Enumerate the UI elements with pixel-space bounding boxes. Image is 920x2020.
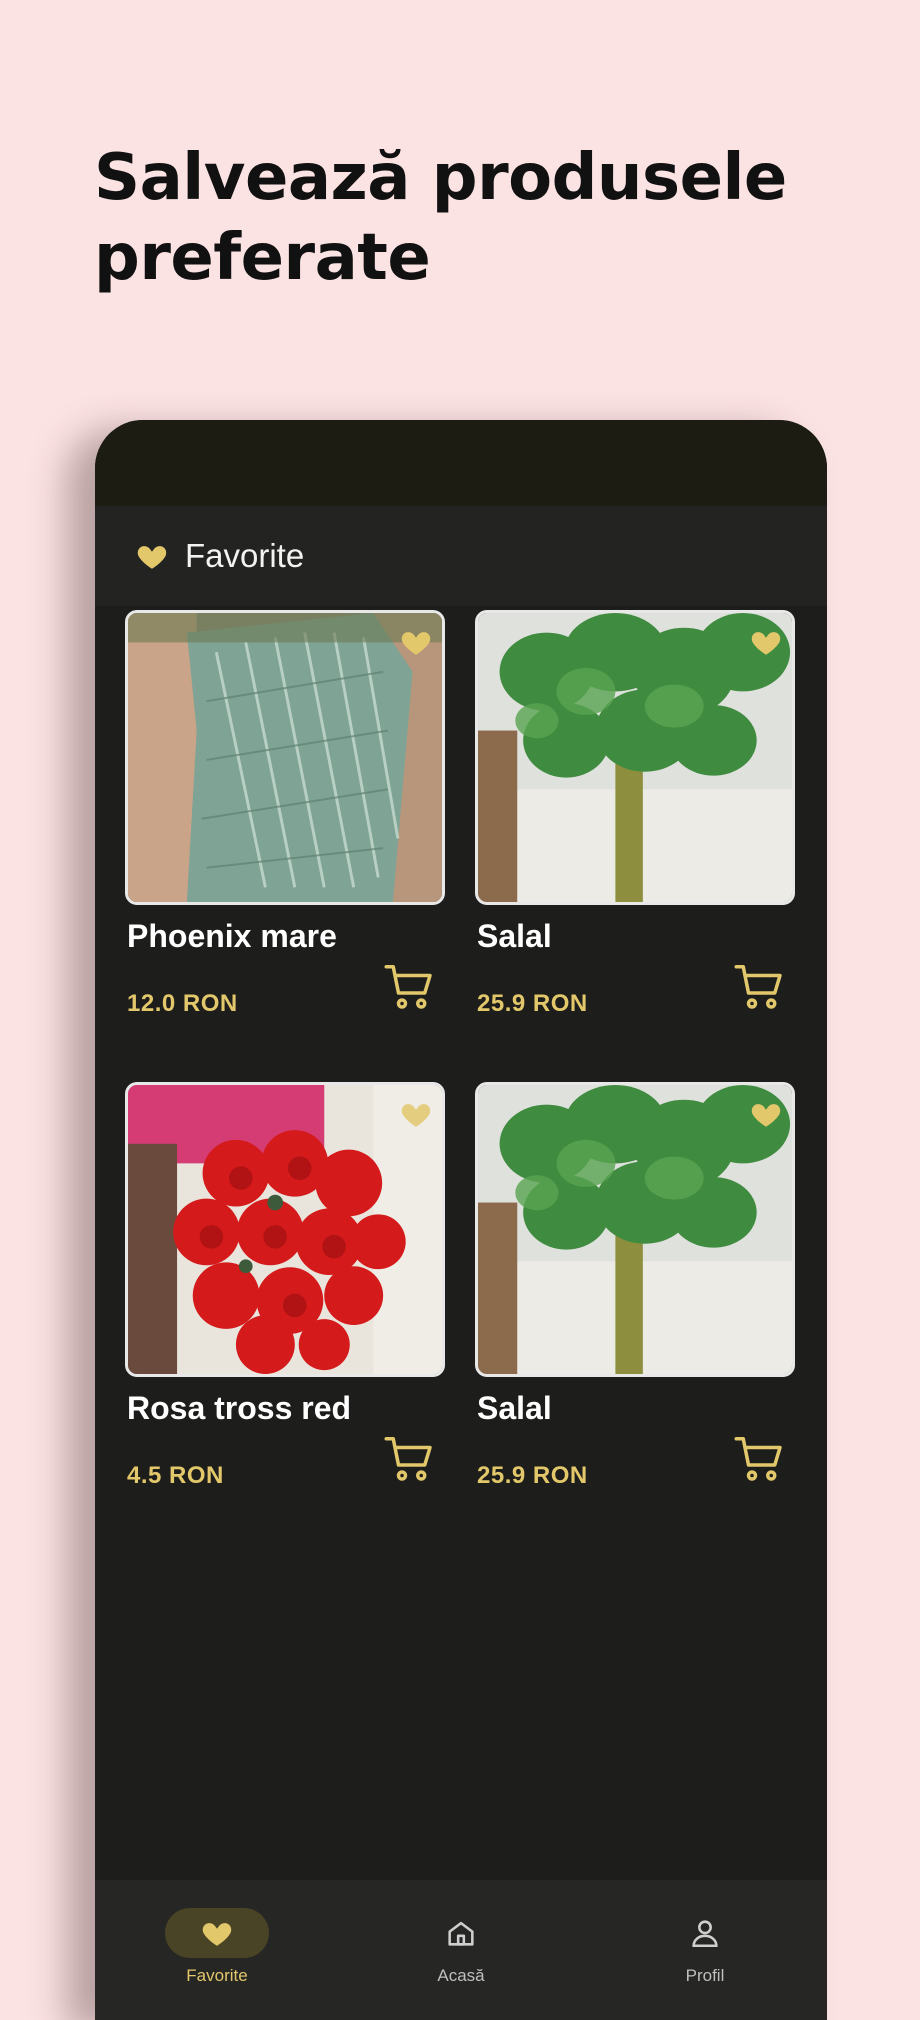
product-name: Phoenix mare — [127, 918, 337, 954]
red-roses-image — [128, 1085, 442, 1374]
product-name: Rosa tross red — [127, 1390, 352, 1426]
nav-active-indicator — [165, 1908, 269, 1958]
product-card[interactable]: Salal 25.9 RON — [475, 610, 795, 1040]
favorite-heart-icon[interactable] — [748, 625, 784, 659]
product-price: 25.9 RON — [477, 1462, 588, 1489]
app-bar: Favorite — [95, 506, 827, 606]
product-name: Salal — [477, 918, 552, 954]
heart-icon — [202, 1923, 232, 1946]
phone-mockup: Favorite Phoenix mare 12.0 RON Salal 25.… — [95, 420, 827, 2020]
favorite-heart-icon[interactable] — [398, 1097, 434, 1131]
home-icon — [448, 1921, 474, 1946]
nav-item-profile[interactable]: Profil — [605, 1908, 805, 1986]
bottom-navigation: Favorite Acasă Profil — [95, 1880, 827, 2020]
app-bar-title: Favorite — [185, 537, 305, 574]
user-icon — [692, 1920, 718, 1948]
heart-icon — [137, 546, 167, 569]
nav-item-favorite[interactable]: Favorite — [117, 1908, 317, 1986]
add-to-cart-icon[interactable] — [731, 1430, 787, 1486]
nav-icon-wrap — [653, 1908, 757, 1958]
page-headline: Salvează produsele preferate — [94, 141, 787, 295]
product-price: 12.0 RON — [127, 990, 238, 1017]
product-name: Salal — [477, 1390, 552, 1426]
product-image[interactable] — [125, 1082, 445, 1377]
nav-label: Acasă — [437, 1966, 485, 1985]
nav-item-home[interactable]: Acasă — [361, 1908, 561, 1986]
product-price: 25.9 RON — [477, 990, 588, 1017]
nav-icon-wrap — [409, 1908, 513, 1958]
product-image[interactable] — [125, 610, 445, 905]
add-to-cart-icon[interactable] — [381, 958, 437, 1014]
favorite-heart-icon[interactable] — [398, 625, 434, 659]
product-image[interactable] — [475, 1082, 795, 1377]
product-card[interactable]: Rosa tross red 4.5 RON — [125, 1082, 445, 1512]
status-bar — [95, 420, 827, 506]
product-image[interactable] — [475, 610, 795, 905]
phoenix-foliage-image — [128, 613, 442, 902]
salal-greens-image — [478, 1085, 792, 1374]
salal-greens-image — [478, 613, 792, 902]
favorite-heart-icon[interactable] — [748, 1097, 784, 1131]
product-price: 4.5 RON — [127, 1462, 224, 1489]
add-to-cart-icon[interactable] — [731, 958, 787, 1014]
nav-label: Profil — [685, 1966, 725, 1985]
product-card[interactable]: Phoenix mare 12.0 RON — [125, 610, 445, 1040]
nav-label: Favorite — [186, 1966, 248, 1985]
product-card[interactable]: Salal 25.9 RON — [475, 1082, 795, 1512]
add-to-cart-icon[interactable] — [381, 1430, 437, 1486]
